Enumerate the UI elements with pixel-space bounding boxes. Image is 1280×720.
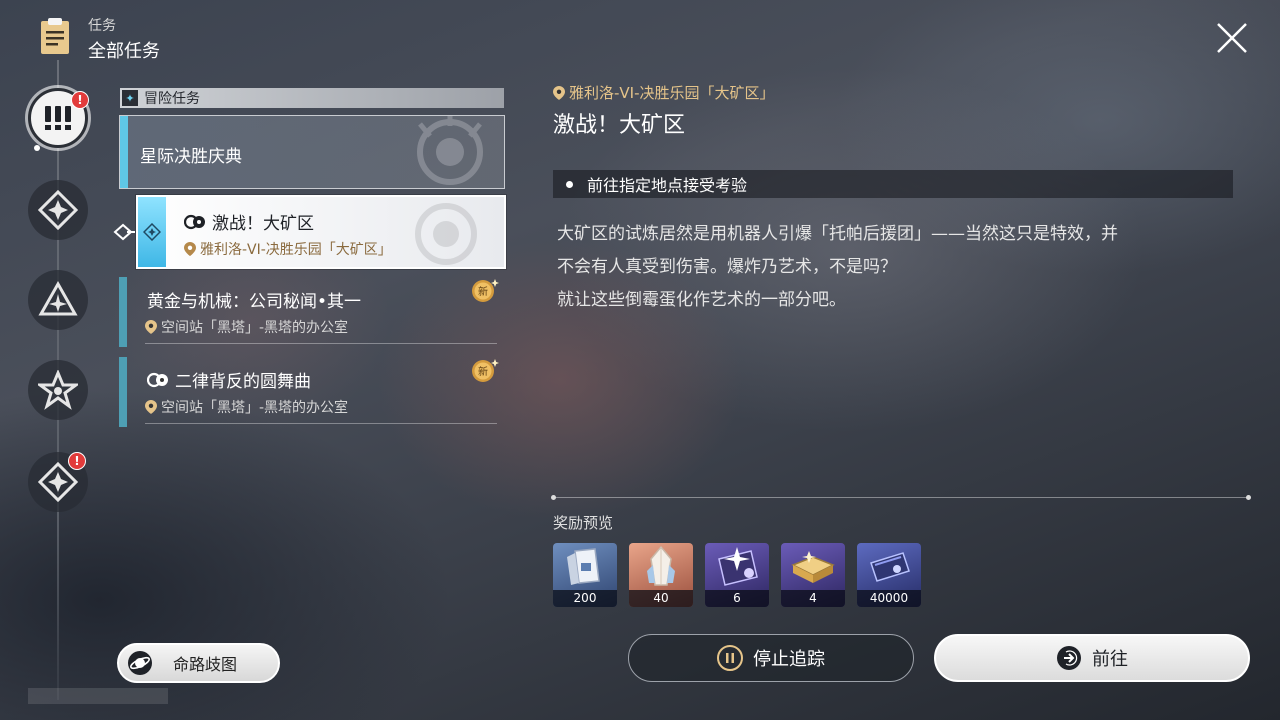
diamond-star-icon [38, 190, 78, 230]
divider-end-dot [1246, 495, 1251, 500]
rail-tab-adventure[interactable]: ! [28, 88, 89, 148]
go-label: 前往 [1092, 649, 1128, 670]
mission-location: 空间站「黑塔」-黑塔的办公室 [161, 400, 349, 416]
rail-tab-star[interactable] [28, 360, 88, 420]
bottom-decoration [28, 688, 168, 704]
mission-location-wrap: 空间站「黑塔」-黑塔的办公室 [145, 397, 348, 417]
location-pin-icon [553, 85, 565, 100]
bullet-icon [566, 180, 573, 188]
new-badge-icon: 新 [472, 359, 499, 382]
rail-tab-triangle[interactable] [28, 270, 88, 330]
exclamation-icon [45, 106, 71, 130]
selected-mission-title-wrap: 激战！大矿区 [184, 209, 314, 234]
mission-accent-bar [119, 277, 127, 347]
mission-title: 二律背反的圆舞曲 [175, 372, 311, 392]
mission-group-row[interactable]: 星际决胜庆典 [119, 115, 505, 189]
star-icon [38, 370, 78, 410]
clipboard-icon [41, 18, 69, 54]
reward-item[interactable]: 40 [629, 543, 693, 607]
reward-count: 40000 [857, 590, 921, 607]
selected-mission-title: 激战！大矿区 [212, 214, 314, 234]
reward-count: 6 [705, 590, 769, 607]
mission-type-icon [147, 372, 168, 387]
objective-bar: 前往指定地点接受考验 [553, 170, 1233, 198]
mission-location: 空间站「黑塔」-黑塔的办公室 [161, 320, 349, 336]
category-header: ✦ 冒险任务 [120, 88, 504, 108]
triangle-icon [38, 280, 78, 316]
reward-count: 4 [781, 590, 845, 607]
reward-preview-label: 奖励预览 [553, 514, 614, 532]
detail-title: 激战！大矿区 [553, 113, 686, 138]
rail-tab-diamond[interactable] [28, 180, 88, 240]
category-label: 冒险任务 [144, 91, 200, 107]
rail-indicator-dot [34, 145, 40, 151]
credit-card-icon [870, 552, 910, 582]
mission-accent-bar [119, 357, 127, 427]
objective-text: 前往指定地点接受考验 [587, 176, 748, 195]
mission-location-wrap: 空间站「黑塔」-黑塔的办公室 [145, 317, 348, 337]
notification-badge: ! [68, 452, 86, 470]
notification-badge: ! [71, 91, 89, 109]
group-accent-bar [120, 116, 128, 188]
stop-tracking-label: 停止追踪 [753, 649, 825, 670]
selected-mission-location-wrap: 雅利洛-VI-决胜乐园「大矿区」 [184, 239, 392, 259]
mission-title: 黄金与机械：公司秘闻•其一 [147, 292, 362, 312]
svg-text:新: 新 [478, 285, 488, 298]
mission-title-wrap: 黄金与机械：公司秘闻•其一 [147, 287, 361, 312]
description-line: 不会有人真受到伤害。爆炸乃艺术，不是吗？ [557, 257, 897, 277]
planet-icon [128, 651, 152, 675]
go-button[interactable]: 前往 [934, 634, 1250, 682]
selected-mission-location: 雅利洛-VI-决胜乐园「大矿区」 [200, 242, 392, 258]
header-category-small: 任务 [88, 18, 116, 34]
rail-tab-event[interactable]: ! [28, 452, 88, 512]
stop-tracking-button[interactable]: 停止追踪 [628, 634, 914, 682]
reward-item[interactable]: 40000 [857, 543, 921, 607]
close-icon[interactable] [1212, 18, 1252, 58]
mission-row-selected[interactable]: 激战！大矿区 雅利洛-VI-决胜乐园「大矿区」 [136, 195, 506, 269]
gold-book-icon [791, 551, 835, 583]
detail-location: 雅利洛-VI-决胜乐园「大矿区」 [569, 84, 775, 102]
crystal-icon [647, 545, 675, 586]
header-category-title: 全部任务 [88, 41, 160, 62]
mission-type-icon [184, 214, 205, 229]
mission-description: 大矿区的试炼居然是用机器人引爆「托帕后援团」——当然这只是特效，并 不会有人真受… [557, 218, 1237, 317]
pause-icon [717, 645, 743, 671]
star-book-icon [718, 547, 758, 586]
reward-divider [551, 495, 1251, 500]
enter-arrow-icon [1057, 646, 1081, 670]
selected-accent-strip [138, 197, 166, 267]
description-line: 就让这些倒霉蛋化作艺术的一部分吧。 [557, 290, 846, 310]
path-map-button[interactable]: 命路歧图 [117, 643, 280, 683]
diamond-star-icon [143, 223, 161, 241]
mission-title-wrap: 二律背反的圆舞曲 [147, 367, 311, 392]
group-label: 星际决胜庆典 [140, 147, 242, 167]
new-badge-icon: 新 [472, 279, 499, 302]
reward-count: 200 [553, 590, 617, 607]
location-pin-icon [184, 242, 196, 256]
divider-end-dot [551, 495, 556, 500]
reward-item[interactable]: 4 [781, 543, 845, 607]
category-diamond-icon: ✦ [122, 90, 138, 106]
svg-text:新: 新 [478, 365, 488, 378]
location-pin-icon [145, 400, 157, 414]
emblem-icon [417, 116, 483, 185]
selection-pointer-icon [113, 223, 135, 241]
divider [145, 343, 497, 344]
reward-count: 40 [629, 590, 693, 607]
credit-chip-icon [567, 548, 600, 585]
reward-item[interactable]: 200 [553, 543, 617, 607]
description-line: 大矿区的试炼居然是用机器人引爆「托帕后援团」——当然这只是特效，并 [557, 224, 1118, 244]
emblem-icon [415, 203, 477, 265]
detail-location-wrap: 雅利洛-VI-决胜乐园「大矿区」 [553, 82, 775, 103]
path-map-label: 命路歧图 [173, 655, 238, 674]
divider [145, 423, 497, 424]
location-pin-icon [145, 320, 157, 334]
mission-row[interactable]: 黄金与机械：公司秘闻•其一 空间站「黑塔」-黑塔的办公室 新 [119, 277, 505, 347]
reward-item[interactable]: 6 [705, 543, 769, 607]
mission-row[interactable]: 二律背反的圆舞曲 空间站「黑塔」-黑塔的办公室 新 [119, 357, 505, 427]
